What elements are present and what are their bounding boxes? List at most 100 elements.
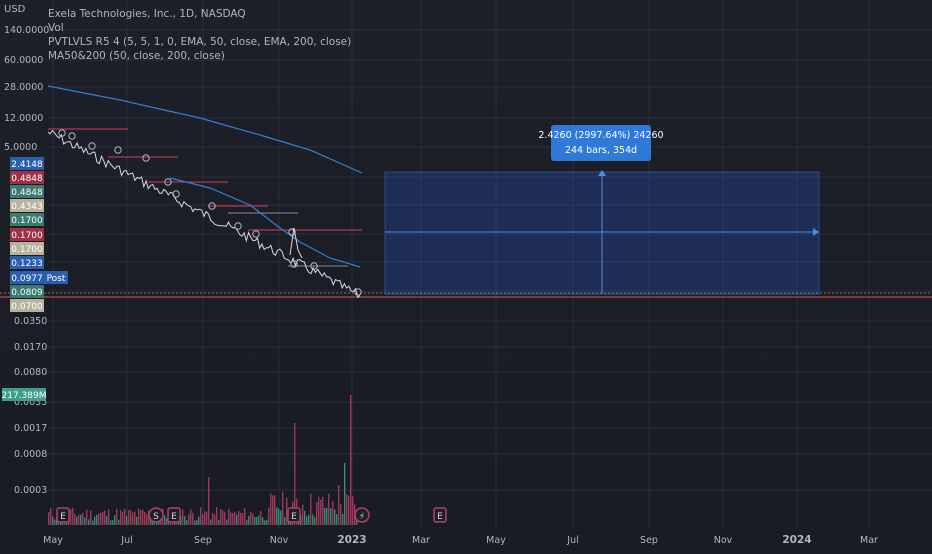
volume-bar <box>282 491 284 525</box>
time-tick-label: May <box>43 535 63 546</box>
volume-bar <box>220 509 222 525</box>
volume-bar <box>262 517 264 525</box>
chart-stage[interactable]: 2.4260 (2997.64%) 24260 244 bars, 354d E… <box>0 0 932 550</box>
volume-bar <box>328 493 330 525</box>
volume-bar <box>314 516 316 525</box>
pivot-marker <box>234 222 242 230</box>
volume-bar <box>252 513 254 525</box>
price-badge-label: 2.4148 <box>11 160 43 170</box>
volume-bar <box>128 510 130 525</box>
volume-bar <box>342 513 344 525</box>
volume-bar <box>144 512 146 525</box>
volume-bar <box>122 512 124 525</box>
volume-bar <box>340 504 342 525</box>
volume-bar <box>80 514 82 525</box>
volume-bar <box>344 463 346 525</box>
volume-bar <box>212 512 214 525</box>
volume-bar <box>190 509 192 525</box>
lower-tick-label: 0.0017 <box>14 423 47 434</box>
volume-bar <box>48 511 50 525</box>
volume-bar <box>216 507 218 525</box>
volume-bar <box>92 520 94 525</box>
volume-bar <box>222 510 224 525</box>
time-axis[interactable]: May Jul Sep Nov 2023 Mar May Jul Sep Nov 2024 Mar <box>43 534 878 546</box>
time-tick-label: Mar <box>860 535 878 546</box>
pivot-marker <box>114 146 122 154</box>
volume-bar <box>302 504 304 525</box>
measure-label-line2: 244 bars, 354d <box>565 145 637 156</box>
currency-label: USD <box>4 4 26 15</box>
pivot-marker <box>68 132 76 140</box>
price-badge-label: 0.4848 <box>11 188 43 198</box>
volume-bar <box>136 516 138 525</box>
volume-bar <box>138 508 140 525</box>
volume-bar <box>126 515 128 525</box>
volume-bar <box>304 510 306 525</box>
volume-bar <box>332 500 334 525</box>
volume-bar <box>188 514 190 525</box>
price-badge-label: 0.1233 <box>11 259 43 269</box>
volume-indicator-label[interactable]: Vol <box>48 21 351 35</box>
volume-bar <box>98 513 100 525</box>
volume-bar <box>286 497 288 525</box>
symbol-title[interactable]: Exela Technologies, Inc., 1D, NASDAQ <box>48 7 351 21</box>
lower-tick-label: 0.0008 <box>14 449 47 460</box>
volume-bar <box>146 514 148 525</box>
volume-bar <box>114 515 116 525</box>
volume-bar <box>116 508 118 525</box>
time-tick-label: Nov <box>714 535 733 546</box>
lower-price-axis[interactable]: 0.03500.01700.00800.00350.00170.00080.00… <box>14 316 47 496</box>
pivot-marker <box>142 154 150 162</box>
price-tick-label: 28.0000 <box>4 82 43 93</box>
volume-bar <box>312 514 314 525</box>
volume-bar <box>108 509 110 525</box>
event-marker-label: S <box>153 512 159 522</box>
price-tick-label: 12.0000 <box>4 113 43 124</box>
chart-canvas[interactable]: 2.4260 (2997.64%) 24260 244 bars, 354d E… <box>0 0 932 550</box>
volume-bar <box>78 514 80 525</box>
volume-bar <box>72 507 74 525</box>
volume-bar <box>224 512 226 525</box>
volume-bar <box>242 513 244 525</box>
pivot-indicator-label[interactable]: PVTLVLS R5 4 (5, 5, 1, 0, EMA, 50, close… <box>48 35 351 49</box>
lower-tick-label: 0.0350 <box>14 316 47 327</box>
volume-bar <box>90 510 92 525</box>
volume-bar <box>206 511 208 525</box>
volume-bar <box>254 517 256 525</box>
volume-bar <box>140 510 142 525</box>
volume-bar <box>352 496 354 525</box>
volume-bar <box>308 514 310 525</box>
volume-bar <box>326 507 328 525</box>
event-marker-label: E <box>437 512 443 522</box>
pivot-markers <box>58 129 362 296</box>
volume-bar <box>268 507 270 525</box>
post-badge: Post <box>44 271 68 284</box>
volume-bar <box>240 512 242 525</box>
volume-bar <box>256 516 258 525</box>
ma-indicator-label[interactable]: MA50&200 (50, close, 200, close) <box>48 49 351 63</box>
time-tick-label: Mar <box>412 535 430 546</box>
post-label: Post <box>47 274 66 284</box>
price-badge-label: 0.4343 <box>11 202 43 212</box>
volume-bar <box>112 520 114 525</box>
volume-bar <box>164 515 166 525</box>
volume-bar <box>272 495 274 525</box>
volume-bar <box>322 496 324 525</box>
price-axis[interactable]: 140.0000 60.0000 28.0000 12.0000 5.0000 <box>4 25 49 153</box>
volume-bar <box>280 510 282 525</box>
price-badges: 2.4148 0.4848 0.4848 0.4343 0.1700 0.1700 0.17… <box>10 157 44 312</box>
time-tick-label: Sep <box>194 535 212 546</box>
volume-bar <box>218 519 220 525</box>
volume-bar <box>198 516 200 525</box>
measure-tool[interactable]: 2.4260 (2997.64%) 24260 244 bars, 354d <box>384 125 820 295</box>
pivot-marker <box>88 142 96 150</box>
volume-bar <box>76 516 78 525</box>
volume-bar <box>102 511 104 525</box>
volume-bar <box>110 520 112 525</box>
volume-bar <box>96 514 98 525</box>
volume-bar <box>194 520 196 525</box>
price-tick-label: 60.0000 <box>4 55 43 66</box>
volume-bar <box>134 511 136 525</box>
lower-tick-label: 0.0170 <box>14 342 47 353</box>
volume-bar <box>82 512 84 525</box>
